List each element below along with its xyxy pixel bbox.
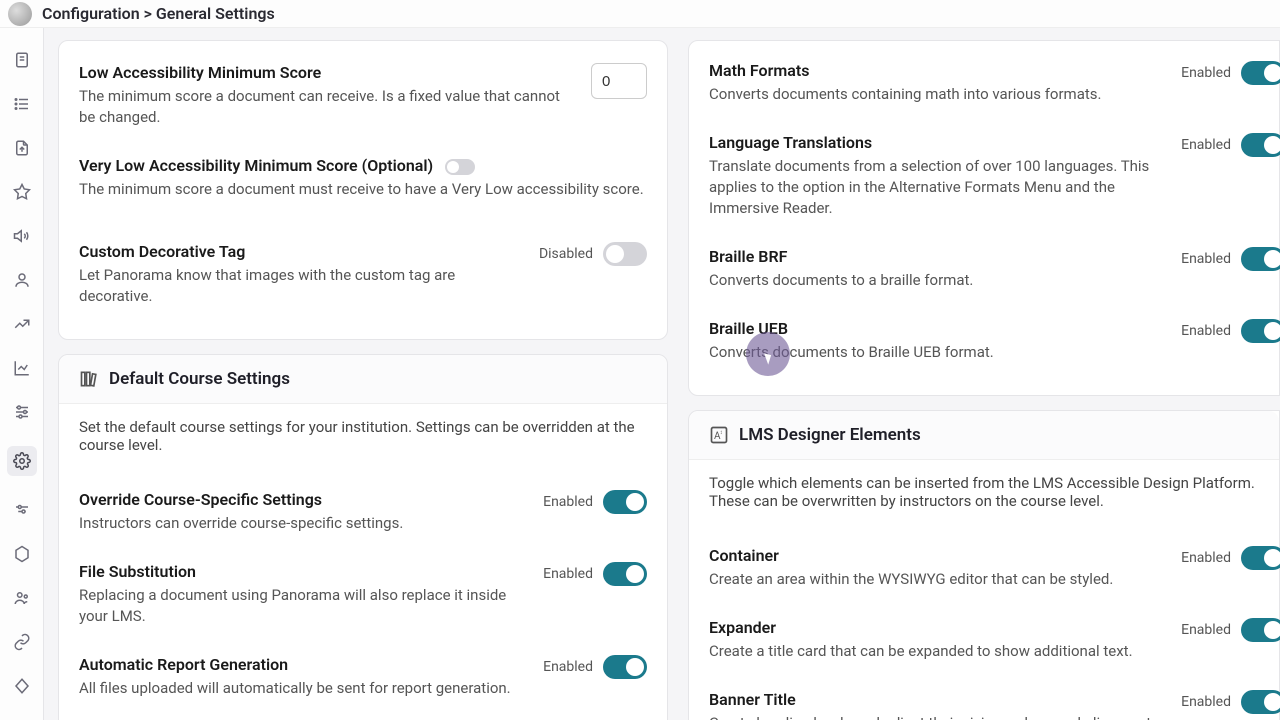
default-course-card: Default Course Settings Set the default … <box>58 354 668 720</box>
nav-user-icon[interactable] <box>12 270 32 290</box>
decorative-title: Custom Decorative Tag <box>79 242 519 261</box>
lang-status: Enabled <box>1181 137 1231 153</box>
very-low-title: Very Low Accessibility Minimum Score (Op… <box>79 156 647 175</box>
default-course-title: Default Course Settings <box>109 369 290 389</box>
nav-speaker-icon[interactable] <box>12 226 32 246</box>
svg-text:↕: ↕ <box>720 430 723 436</box>
autoreport-desc: All files uploaded will automatically be… <box>79 678 523 699</box>
nav-diamond-icon[interactable] <box>12 676 32 696</box>
very-low-desc: The minimum score a document must receiv… <box>79 179 647 200</box>
override-status: Enabled <box>543 494 593 510</box>
override-desc: Instructors can override course-specific… <box>79 513 523 534</box>
nav-star-icon[interactable] <box>12 182 32 202</box>
autoreport-toggle[interactable] <box>603 655 647 679</box>
override-toggle[interactable] <box>603 490 647 514</box>
decorative-toggle[interactable] <box>603 242 647 266</box>
books-icon <box>79 369 99 389</box>
nav-document-icon[interactable] <box>12 50 32 70</box>
nav-list-icon[interactable] <box>12 94 32 114</box>
nav-import-icon[interactable] <box>12 138 32 158</box>
main-content: Low Accessibility Minimum Score The mini… <box>44 0 1280 720</box>
low-score-title: Low Accessibility Minimum Score <box>79 63 571 82</box>
low-score-row: Low Accessibility Minimum Score The mini… <box>79 49 647 142</box>
app-logo <box>8 2 32 26</box>
nav-chart-icon[interactable] <box>12 358 32 378</box>
filesub-toggle[interactable] <box>603 562 647 586</box>
designer-desc: Toggle which elements can be inserted fr… <box>709 474 1279 510</box>
filesub-row: File Substitution Replacing a document u… <box>79 548 647 641</box>
expander-row: Expander Create a title card that can be… <box>709 604 1279 676</box>
filesub-title: File Substitution <box>79 562 523 581</box>
accessibility-card: Low Accessibility Minimum Score The mini… <box>58 40 668 340</box>
lang-title: Language Translations <box>709 133 1161 152</box>
low-score-desc: The minimum score a document can receive… <box>79 86 571 128</box>
banner-row: Banner Title Create heading levels and a… <box>709 676 1279 720</box>
container-row: Container Create an area within the WYSI… <box>709 532 1279 604</box>
designer-card: A↕ LMS Designer Elements Toggle which el… <box>688 410 1280 720</box>
default-course-header: Default Course Settings <box>59 355 667 404</box>
banner-status: Enabled <box>1181 694 1231 710</box>
math-status: Enabled <box>1181 65 1231 81</box>
autoreport-title: Automatic Report Generation <box>79 655 523 674</box>
default-course-desc: Set the default course settings for your… <box>79 418 647 454</box>
formats-card: Math Formats Converts documents containi… <box>688 40 1280 396</box>
ueb-desc: Converts documents to Braille UEB format… <box>709 342 1161 363</box>
decorative-status: Disabled <box>539 246 593 262</box>
expander-toggle[interactable] <box>1241 618 1280 642</box>
lang-toggle[interactable] <box>1241 133 1280 157</box>
brf-desc: Converts documents to a braille format. <box>709 270 1161 291</box>
low-score-input[interactable] <box>591 63 647 99</box>
filesub-desc: Replacing a document using Panorama will… <box>79 585 523 627</box>
brf-title: Braille BRF <box>709 247 1161 266</box>
lang-desc: Translate documents from a selection of … <box>709 156 1161 219</box>
banner-title: Banner Title <box>709 690 1161 709</box>
container-desc: Create an area within the WYSIWYG editor… <box>709 569 1161 590</box>
banner-toggle[interactable] <box>1241 690 1280 714</box>
override-title: Override Course-Specific Settings <box>79 490 523 509</box>
design-grid-icon: A↕ <box>709 425 729 445</box>
expander-desc: Create a title card that can be expanded… <box>709 641 1161 662</box>
math-desc: Converts documents containing math into … <box>709 84 1161 105</box>
expander-title: Expander <box>709 618 1161 637</box>
nav-users-icon[interactable] <box>12 588 32 608</box>
math-toggle[interactable] <box>1241 61 1280 85</box>
nav-filter-icon[interactable] <box>12 500 32 520</box>
nav-gear-icon[interactable] <box>7 446 37 476</box>
nav-sliders-icon[interactable] <box>12 402 32 422</box>
designer-header: A↕ LMS Designer Elements <box>689 411 1279 460</box>
math-row: Math Formats Converts documents containi… <box>709 47 1279 119</box>
override-row: Override Course-Specific Settings Instru… <box>79 476 647 548</box>
filesub-status: Enabled <box>543 566 593 582</box>
expander-status: Enabled <box>1181 622 1231 638</box>
brf-status: Enabled <box>1181 251 1231 267</box>
container-toggle[interactable] <box>1241 546 1280 570</box>
container-title: Container <box>709 546 1161 565</box>
ueb-title: Braille UEB <box>709 319 1161 338</box>
ueb-toggle[interactable] <box>1241 319 1280 343</box>
nav-hex-icon[interactable] <box>12 544 32 564</box>
decorative-tag-row: Custom Decorative Tag Let Panorama know … <box>79 214 647 321</box>
brf-row: Braille BRF Converts documents to a brai… <box>709 233 1279 305</box>
topbar: Configuration > General Settings <box>0 0 1280 28</box>
decorative-desc: Let Panorama know that images with the c… <box>79 265 519 307</box>
autoreport-row: Automatic Report Generation All files up… <box>79 641 647 713</box>
sidebar <box>0 0 44 720</box>
very-low-toggle[interactable] <box>445 159 475 175</box>
container-status: Enabled <box>1181 550 1231 566</box>
designer-title: LMS Designer Elements <box>739 425 921 445</box>
ueb-row: Braille UEB Converts documents to Braill… <box>709 305 1279 377</box>
banner-desc: Create heading levels and adjust their s… <box>709 713 1161 720</box>
math-title: Math Formats <box>709 61 1161 80</box>
very-low-score-row: Very Low Accessibility Minimum Score (Op… <box>79 142 647 214</box>
allowdisable-row: Allow Instructors to Disable Alternative… <box>79 713 647 720</box>
autoreport-status: Enabled <box>543 659 593 675</box>
nav-link-icon[interactable] <box>12 632 32 652</box>
nav-trend-icon[interactable] <box>12 314 32 334</box>
breadcrumb: Configuration > General Settings <box>42 4 275 23</box>
ueb-status: Enabled <box>1181 323 1231 339</box>
brf-toggle[interactable] <box>1241 247 1280 271</box>
lang-row: Language Translations Translate document… <box>709 119 1279 233</box>
